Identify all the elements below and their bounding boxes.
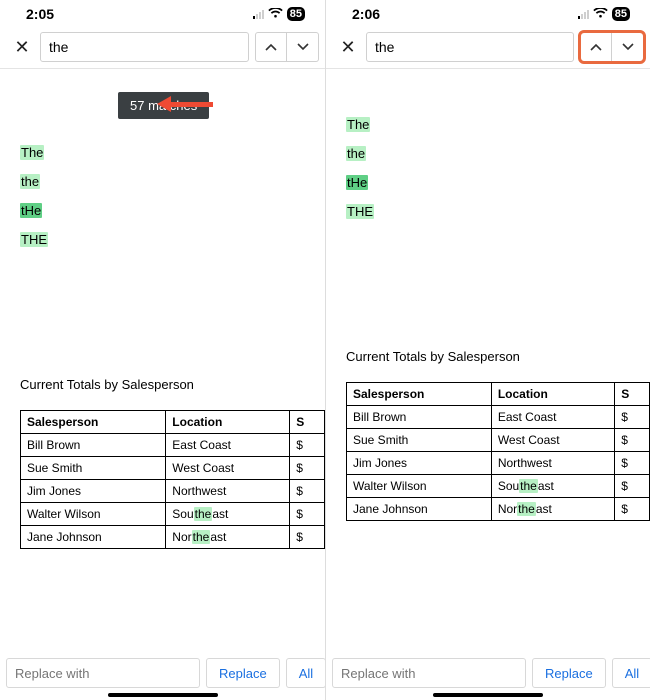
- status-right: 85: [578, 7, 630, 22]
- table-row: Sue SmithWest Coast$: [21, 457, 325, 480]
- section-title: Current Totals by Salesperson: [20, 377, 305, 392]
- status-bar: 2:06 85: [326, 0, 650, 28]
- find-input[interactable]: [40, 32, 249, 62]
- word-list: The the tHe THE: [346, 117, 630, 219]
- replace-input[interactable]: [6, 658, 200, 688]
- list-item: the: [20, 174, 305, 189]
- replace-button[interactable]: Replace: [206, 658, 280, 688]
- status-right: 85: [253, 7, 305, 22]
- wifi-icon: [593, 7, 608, 22]
- list-item: the: [346, 146, 630, 161]
- close-find-button[interactable]: ✕: [336, 37, 360, 58]
- wifi-icon: [268, 7, 283, 22]
- status-time: 2:06: [352, 6, 380, 22]
- battery-level: 85: [612, 7, 630, 21]
- table-row: Jane JohnsonNortheast$: [21, 526, 325, 549]
- table-row: Bill BrownEast Coast$: [347, 406, 650, 429]
- list-item: THE: [346, 204, 630, 219]
- table-row: Bill BrownEast Coast$: [21, 434, 325, 457]
- find-bar: ✕: [326, 28, 650, 69]
- replace-all-button[interactable]: All: [286, 658, 325, 688]
- find-input[interactable]: [366, 32, 574, 62]
- status-time: 2:05: [26, 6, 54, 22]
- list-item: tHe: [346, 175, 630, 190]
- col-location: Location: [491, 383, 614, 406]
- home-indicator: [108, 693, 218, 697]
- list-item: THE: [20, 232, 305, 247]
- find-prev-button[interactable]: [255, 32, 287, 62]
- screenshot-right: 2:06 85 ✕ The the tHe THE: [325, 0, 650, 700]
- table-header-row: Salesperson Location S: [21, 411, 325, 434]
- document-body: The the tHe THE Current Totals by Salesp…: [0, 69, 325, 549]
- table-row: Walter WilsonSoutheast$: [347, 475, 650, 498]
- table-row: Jim JonesNorthwest$: [347, 452, 650, 475]
- cell-signal-icon: [578, 9, 589, 19]
- battery-level: 85: [287, 7, 305, 21]
- col-salesperson: Salesperson: [347, 383, 492, 406]
- replace-bar: Replace All: [326, 658, 650, 688]
- col-extra: S: [615, 383, 650, 406]
- col-location: Location: [166, 411, 290, 434]
- table-row: Jane JohnsonNortheast$: [347, 498, 650, 521]
- col-extra: S: [290, 411, 325, 434]
- home-indicator: [433, 693, 543, 697]
- status-bar: 2:05 85: [0, 0, 325, 28]
- find-prev-button[interactable]: [580, 32, 612, 62]
- sales-table: Salesperson Location S Bill BrownEast Co…: [20, 410, 325, 549]
- col-salesperson: Salesperson: [21, 411, 166, 434]
- find-next-button[interactable]: [612, 32, 644, 62]
- find-nav-buttons: [255, 32, 319, 62]
- word-list: The the tHe THE: [20, 145, 305, 247]
- replace-all-button[interactable]: All: [612, 658, 650, 688]
- table-row: Sue SmithWest Coast$: [347, 429, 650, 452]
- document-body: The the tHe THE Current Totals by Salesp…: [326, 69, 650, 521]
- cell-signal-icon: [253, 9, 264, 19]
- close-find-button[interactable]: ✕: [10, 37, 34, 58]
- find-bar: ✕: [0, 28, 325, 69]
- section-title: Current Totals by Salesperson: [346, 349, 630, 364]
- list-item: The: [20, 145, 305, 160]
- replace-bar: Replace All: [0, 658, 325, 688]
- table-header-row: Salesperson Location S: [347, 383, 650, 406]
- replace-input[interactable]: [332, 658, 526, 688]
- screenshot-left: 2:05 85 ✕ 57 matches The the: [0, 0, 325, 700]
- table-row: Jim JonesNorthwest$: [21, 480, 325, 503]
- replace-button[interactable]: Replace: [532, 658, 606, 688]
- list-item: tHe: [20, 203, 305, 218]
- sales-table: Salesperson Location S Bill BrownEast Co…: [346, 382, 650, 521]
- list-item: The: [346, 117, 630, 132]
- table-row: Walter WilsonSoutheast$: [21, 503, 325, 526]
- find-nav-buttons: [580, 32, 644, 62]
- find-next-button[interactable]: [287, 32, 319, 62]
